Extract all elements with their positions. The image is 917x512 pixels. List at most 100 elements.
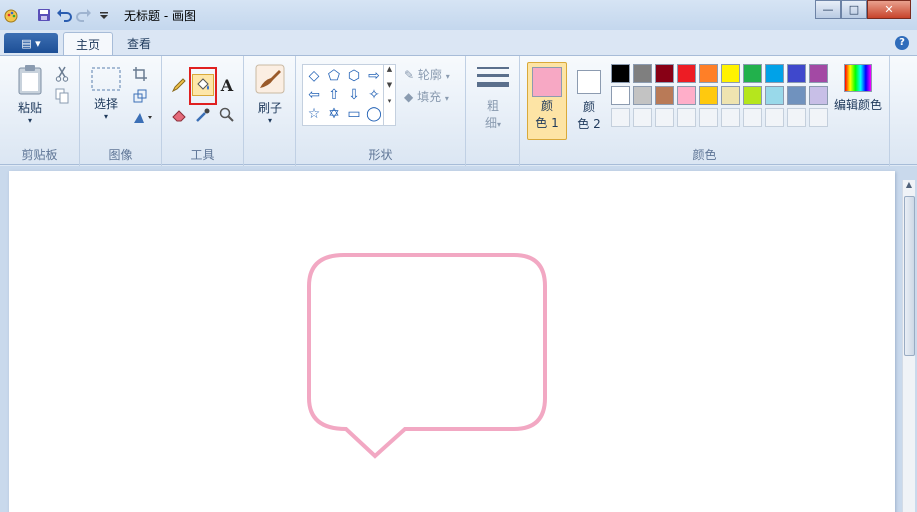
undo-icon[interactable] <box>56 7 72 23</box>
speech-bubble-shape[interactable] <box>9 171 895 512</box>
palette-swatch[interactable] <box>743 64 762 83</box>
resize-icon[interactable] <box>130 86 150 106</box>
fill-button[interactable]: ◆ 填充 ▾ <box>404 88 449 105</box>
application-menu-button[interactable]: ▤ ▾ <box>4 33 58 53</box>
palette-swatch[interactable] <box>787 64 806 83</box>
select-dropdown-icon: ▾ <box>103 112 108 121</box>
palette-swatch[interactable] <box>809 64 828 83</box>
shapes-scroll[interactable]: ▲ ▼ ▾ <box>383 65 395 125</box>
left-arrow-shape[interactable]: ⇦ <box>305 86 323 104</box>
rounded-callout-shape[interactable]: ▭ <box>345 105 363 123</box>
customize-toolbar-icon[interactable] <box>96 7 112 23</box>
drawing-canvas[interactable] <box>9 171 895 512</box>
size-button[interactable]: 粗 细▾ <box>476 64 510 131</box>
scroll-thumb[interactable] <box>904 196 915 356</box>
fill-dropdown-icon: ▾ <box>444 94 449 103</box>
four-point-star-shape[interactable]: ✧ <box>365 86 383 104</box>
paste-button[interactable]: 粘贴 ▾ <box>10 64 50 125</box>
tab-home[interactable]: 主页 <box>63 32 114 56</box>
palette-swatch[interactable] <box>765 108 784 127</box>
rainbow-icon <box>844 64 872 92</box>
down-arrow-shape[interactable]: ⇩ <box>345 86 363 104</box>
palette-swatch[interactable] <box>655 86 674 105</box>
palette-swatch[interactable] <box>787 108 806 127</box>
brushes-dropdown-icon: ▾ <box>267 116 272 125</box>
palette-swatch[interactable] <box>633 108 652 127</box>
vertical-scrollbar[interactable]: ▲ <box>902 180 915 512</box>
color2-button[interactable]: 颜 色 2 <box>570 62 608 140</box>
copy-icon[interactable] <box>52 86 72 106</box>
eraser-tool[interactable] <box>168 104 190 126</box>
title-bar: 无标题 - 画图 — □ ✕ <box>0 0 917 30</box>
palette-swatch[interactable] <box>743 108 762 127</box>
palette-swatch[interactable] <box>677 108 696 127</box>
palette-swatch[interactable] <box>765 86 784 105</box>
palette-swatch[interactable] <box>611 64 630 83</box>
save-icon[interactable] <box>36 7 52 23</box>
palette-swatch[interactable] <box>809 108 828 127</box>
palette-swatch[interactable] <box>655 64 674 83</box>
palette-swatch[interactable] <box>633 86 652 105</box>
palette-swatch[interactable] <box>809 86 828 105</box>
palette-swatch[interactable] <box>677 86 696 105</box>
brushes-label: 刷子 <box>257 101 282 115</box>
palette-swatch[interactable] <box>699 86 718 105</box>
crop-icon[interactable] <box>130 64 150 84</box>
color1-label-line2: 色 1 <box>535 116 559 130</box>
magnifier-icon <box>219 107 234 122</box>
palette-swatch[interactable] <box>721 64 740 83</box>
palette-swatch[interactable] <box>721 108 740 127</box>
text-tool[interactable]: A <box>216 74 238 96</box>
close-button[interactable]: ✕ <box>867 0 911 19</box>
rotate-icon[interactable] <box>130 108 156 128</box>
five-point-star-shape[interactable]: ☆ <box>305 105 323 123</box>
palette-swatch[interactable] <box>699 108 718 127</box>
quick-access-toolbar <box>4 5 112 25</box>
palette-swatch[interactable] <box>677 64 696 83</box>
select-button[interactable]: 选择 ▾ <box>86 66 126 121</box>
six-point-star-shape[interactable]: ✡ <box>325 105 343 123</box>
window-title: 无标题 - 画图 <box>124 9 196 23</box>
clipboard-icon <box>18 65 42 95</box>
palette-swatch[interactable] <box>655 108 674 127</box>
paint-window: 无标题 - 画图 — □ ✕ ▤ ▾ 主页 查看 ? 粘贴 ▾ 剪贴板 选择 ▾… <box>0 0 917 512</box>
tools-group-label: 工具 <box>190 148 215 162</box>
size-group: 粗 细▾ <box>466 56 520 166</box>
palette-swatch[interactable] <box>787 86 806 105</box>
maximize-button[interactable]: □ <box>841 0 867 19</box>
cut-icon[interactable] <box>52 64 72 84</box>
ribbon: 粘贴 ▾ 剪贴板 选择 ▾ 图像 A 工具 刷子 ▾ ◇ ⬠ ⬡ ⇨ ⇦ ⇧ ⇩… <box>0 55 917 166</box>
up-arrow-shape[interactable]: ⇧ <box>325 86 343 104</box>
brushes-button[interactable]: 刷子 ▾ <box>252 64 288 125</box>
diamond-shape[interactable]: ◇ <box>305 67 323 85</box>
paste-dropdown-icon: ▾ <box>27 116 32 125</box>
palette-swatch[interactable] <box>699 64 718 83</box>
paint-app-icon[interactable] <box>4 7 20 23</box>
pencil-tool[interactable] <box>168 74 190 96</box>
redo-icon[interactable] <box>76 7 92 23</box>
magnifier-tool[interactable] <box>216 104 238 126</box>
brush-icon <box>255 64 285 94</box>
edit-colors-button[interactable]: 编辑颜色 <box>832 64 884 113</box>
window-controls: — □ ✕ <box>815 0 911 19</box>
palette-swatch[interactable] <box>721 86 740 105</box>
palette-swatch[interactable] <box>633 64 652 83</box>
tab-view[interactable]: 查看 <box>115 32 163 56</box>
colors-group: 颜 色 1 颜 色 2 编辑颜色 颜色 <box>520 56 890 166</box>
outline-button[interactable]: ✎ 轮廓 ▾ <box>404 66 450 83</box>
help-icon[interactable]: ? <box>895 36 909 50</box>
scroll-up-icon[interactable]: ▲ <box>903 180 915 194</box>
outline-dropdown-icon: ▾ <box>445 72 450 81</box>
palette-swatch[interactable] <box>743 86 762 105</box>
minimize-button[interactable]: — <box>815 0 841 19</box>
right-arrow-shape[interactable]: ⇨ <box>365 67 383 85</box>
oval-callout-shape[interactable]: ◯ <box>365 105 383 123</box>
palette-swatch[interactable] <box>611 108 630 127</box>
color-picker-tool[interactable] <box>192 104 214 126</box>
color1-button[interactable]: 颜 色 1 <box>527 62 567 140</box>
hexagon-shape[interactable]: ⬡ <box>345 67 363 85</box>
eyedropper-icon <box>196 108 210 122</box>
pentagon-shape[interactable]: ⬠ <box>325 67 343 85</box>
palette-swatch[interactable] <box>765 64 784 83</box>
palette-swatch[interactable] <box>611 86 630 105</box>
